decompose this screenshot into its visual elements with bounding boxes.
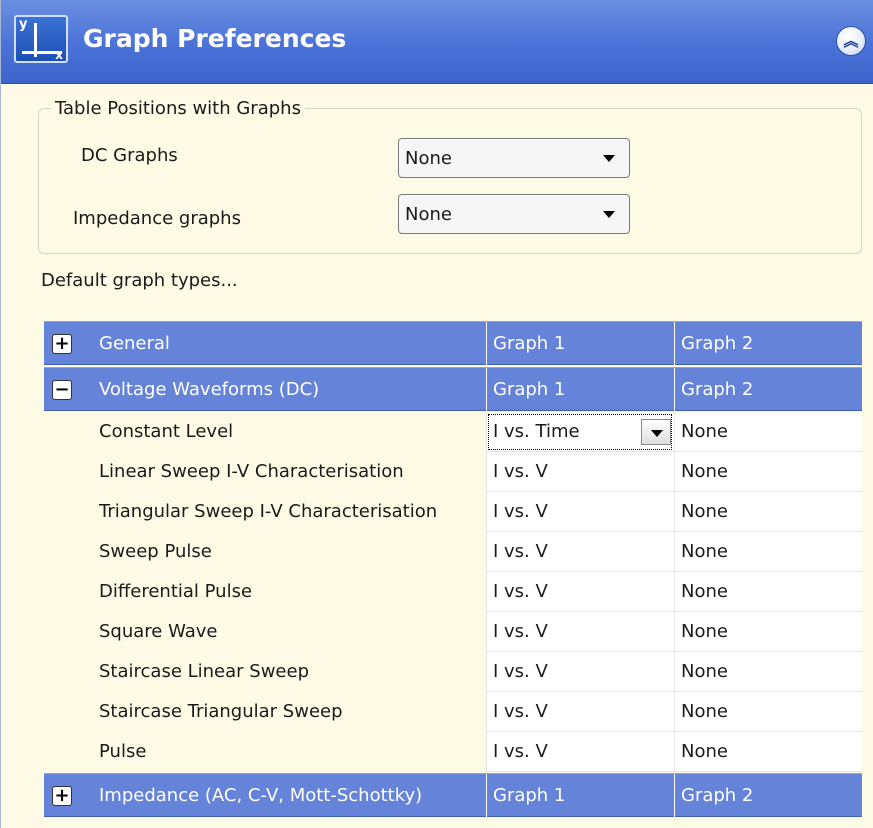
graph2-cell[interactable]: None — [674, 412, 862, 452]
item-name: Staircase Linear Sweep — [99, 661, 310, 682]
graph2-cell[interactable]: None — [674, 572, 862, 612]
group-col-graph1: Graph 1 — [486, 368, 674, 412]
panel-title: Graph Preferences — [83, 24, 347, 53]
icon-x-label: x — [55, 48, 63, 62]
graph2-cell[interactable]: None — [674, 532, 862, 572]
group-col-graph1: Graph 1 — [486, 322, 674, 366]
graph1-value: I vs. V — [493, 741, 548, 762]
graph2-value: None — [681, 661, 728, 682]
table-row: Triangular Sweep I-V Characterisation I … — [44, 492, 862, 532]
graph2-cell[interactable]: None — [674, 732, 862, 772]
collapse-panel-button[interactable]: ︽ — [836, 26, 866, 56]
graph2-cell[interactable]: None — [674, 452, 862, 492]
item-name: Triangular Sweep I-V Characterisation — [99, 501, 438, 522]
graph1-cell[interactable]: I vs. V — [486, 492, 674, 532]
graph1-value: I vs. Time — [493, 421, 580, 442]
graph2-cell[interactable]: None — [674, 492, 862, 532]
group-row-impedance[interactable]: + Impedance (AC, C-V, Mott-Schottky) Gra… — [44, 773, 862, 818]
item-name: Staircase Triangular Sweep — [99, 701, 343, 722]
panel-header: y x Graph Preferences ︽ — [1, 0, 873, 84]
group-name: Voltage Waveforms (DC) — [99, 379, 320, 400]
table-row: Differential Pulse I vs. V None — [44, 572, 862, 612]
item-name: Linear Sweep I-V Characterisation — [99, 461, 404, 482]
graph-axes-icon: y x — [14, 15, 68, 63]
graph1-cell[interactable]: I vs. V — [486, 452, 674, 492]
impedance-graphs-value: None — [405, 204, 452, 225]
item-name: Sweep Pulse — [99, 541, 212, 562]
graph1-cell[interactable]: I vs. V — [486, 692, 674, 732]
graph2-value: None — [681, 741, 728, 762]
graph2-value: None — [681, 421, 728, 442]
group-col-graph2: Graph 2 — [674, 322, 862, 366]
graph2-value: None — [681, 461, 728, 482]
chevron-down-icon — [603, 155, 615, 162]
expand-icon[interactable]: + — [52, 786, 72, 806]
graph-preferences-panel: y x Graph Preferences ︽ Table Positions … — [0, 0, 873, 828]
group-name: Impedance (AC, C-V, Mott-Schottky) — [99, 785, 423, 806]
dc-graphs-label: DC Graphs — [81, 145, 178, 166]
icon-y-label: y — [19, 17, 28, 32]
group-row-general[interactable]: + General Graph 1 Graph 2 — [44, 321, 862, 366]
table-row: Square Wave I vs. V None — [44, 612, 862, 652]
impedance-graphs-label: Impedance graphs — [73, 208, 241, 229]
graph2-cell[interactable]: None — [674, 652, 862, 692]
chevron-down-icon — [603, 211, 615, 218]
expand-icon[interactable]: + — [52, 334, 72, 354]
group-col-graph2: Graph 2 — [674, 368, 862, 412]
graph1-value: I vs. V — [493, 621, 548, 642]
dc-graphs-value: None — [405, 148, 452, 169]
graph2-value: None — [681, 501, 728, 522]
chevron-down-icon[interactable] — [641, 419, 671, 445]
table-row: Staircase Triangular Sweep I vs. V None — [44, 692, 862, 732]
graph1-cell[interactable]: I vs. V — [486, 572, 674, 612]
item-name: Square Wave — [99, 621, 218, 642]
table-row: Constant Level I vs. Time None — [44, 412, 862, 452]
group-col-graph1: Graph 1 — [486, 774, 674, 818]
groupbox-legend: Table Positions with Graphs — [51, 98, 305, 119]
table-row: Pulse I vs. V None — [44, 732, 862, 772]
table-row: Sweep Pulse I vs. V None — [44, 532, 862, 572]
group-row-voltage-waveforms[interactable]: − Voltage Waveforms (DC) Graph 1 Graph 2 — [44, 367, 862, 412]
graph1-cell[interactable]: I vs. V — [486, 652, 674, 692]
graph2-cell[interactable]: None — [674, 612, 862, 652]
group-col-graph2: Graph 2 — [674, 774, 862, 818]
table-row: Linear Sweep I-V Characterisation I vs. … — [44, 452, 862, 492]
table-row: Staircase Linear Sweep I vs. V None — [44, 652, 862, 692]
default-graph-types-label: Default graph types... — [41, 270, 238, 291]
item-name: Pulse — [99, 741, 147, 762]
graph1-cell[interactable]: I vs. V — [486, 612, 674, 652]
graph2-value: None — [681, 541, 728, 562]
graph1-cell[interactable]: I vs. V — [486, 532, 674, 572]
graph1-cell[interactable]: I vs. V — [486, 732, 674, 772]
graph1-value: I vs. V — [493, 501, 548, 522]
graph2-value: None — [681, 701, 728, 722]
impedance-graphs-dropdown[interactable]: None — [398, 194, 630, 234]
graph2-value: None — [681, 581, 728, 602]
graph1-cell[interactable]: I vs. Time — [486, 412, 674, 452]
item-name: Differential Pulse — [99, 581, 253, 602]
graph1-value: I vs. V — [493, 701, 548, 722]
item-name: Constant Level — [99, 421, 234, 442]
graph1-value: I vs. V — [493, 541, 548, 562]
collapse-icon[interactable]: − — [52, 380, 72, 400]
group-name: General — [99, 333, 170, 354]
graph1-value: I vs. V — [493, 661, 548, 682]
dc-graphs-dropdown[interactable]: None — [398, 138, 630, 178]
graph1-value: I vs. V — [493, 461, 548, 482]
graph1-value: I vs. V — [493, 581, 548, 602]
graph2-value: None — [681, 621, 728, 642]
graph2-cell[interactable]: None — [674, 692, 862, 732]
